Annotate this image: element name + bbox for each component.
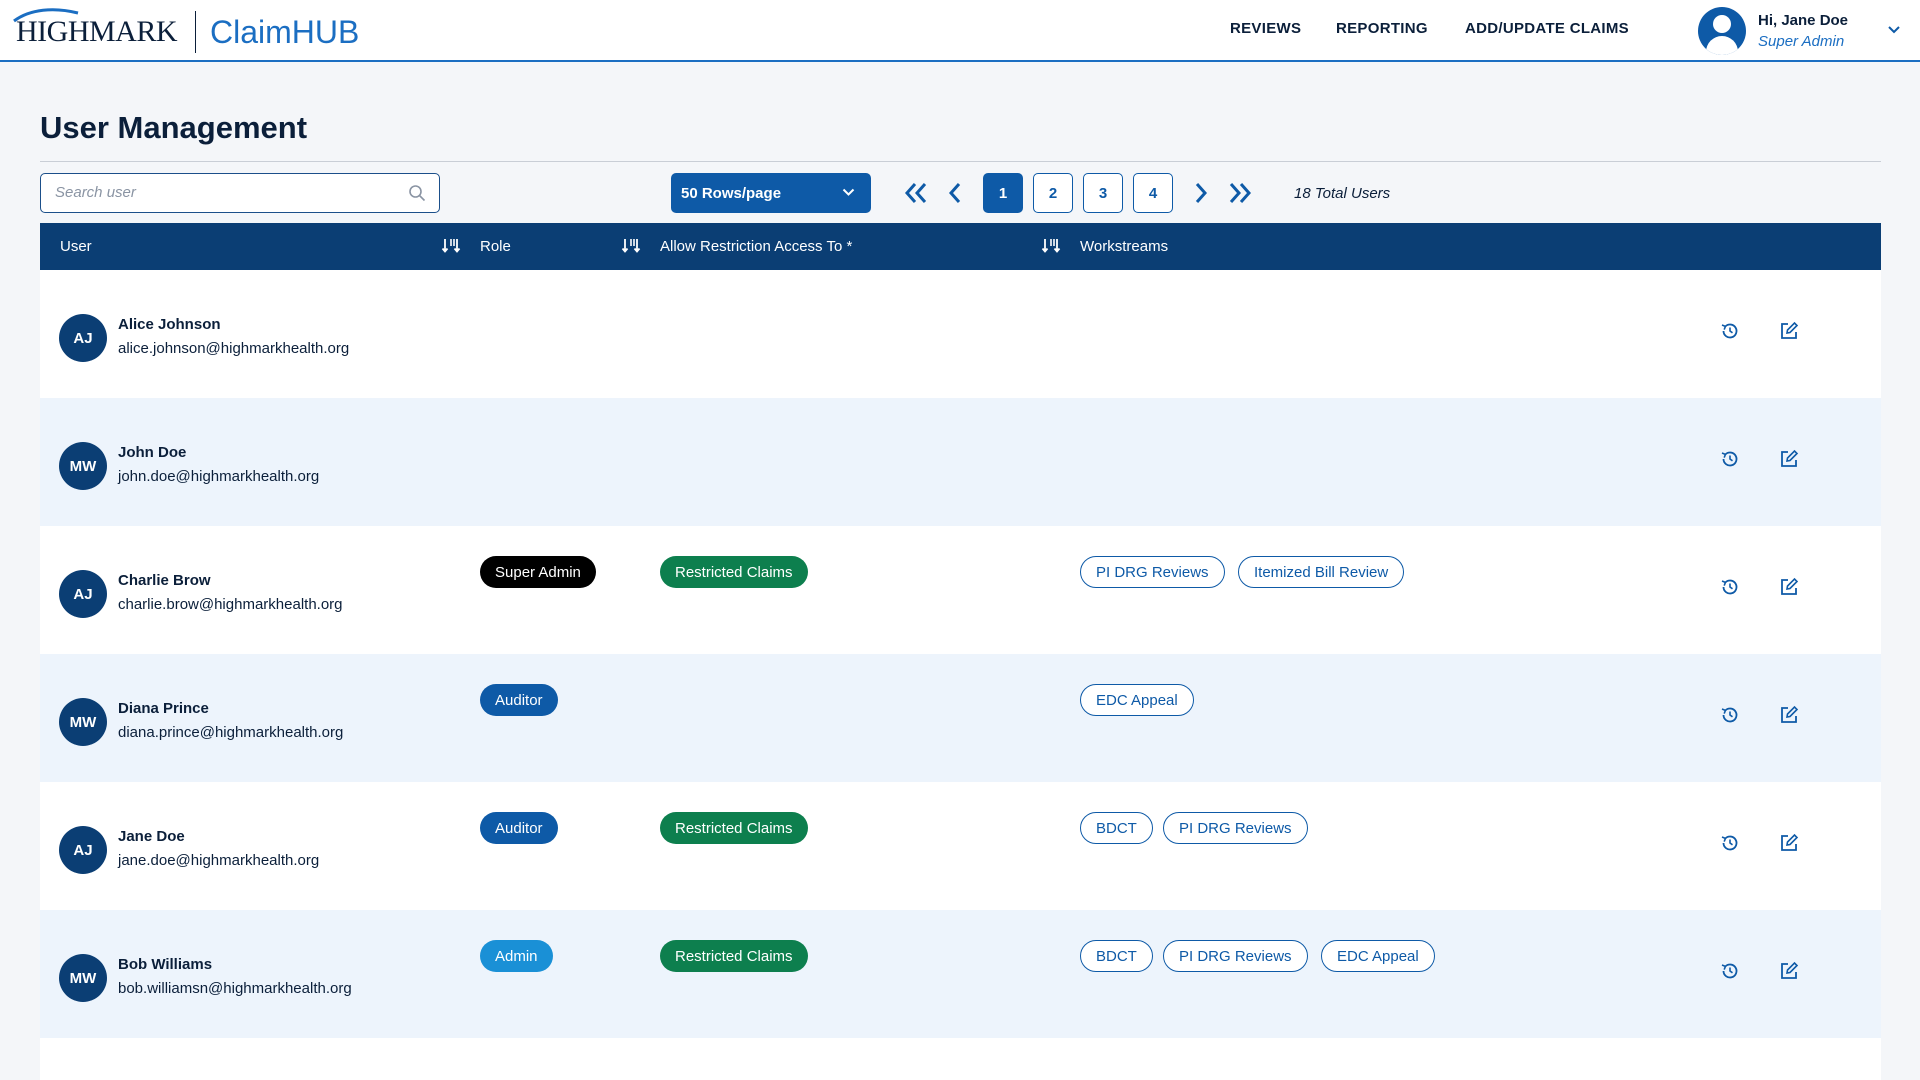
user-avatar-icon [1698, 7, 1746, 55]
user-name: Jane Doe [118, 828, 185, 845]
user-email: john.doe@highmarkhealth.org [118, 468, 320, 485]
workstream-tag: BDCT [1080, 940, 1153, 972]
app-header: HIGHMARK ClaimHUB REVIEWS REPORTING ADD/… [0, 0, 1920, 62]
user-email: jane.doe@highmarkhealth.org [118, 852, 320, 869]
user-menu[interactable]: Hi, Jane Doe Super Admin [1698, 7, 1900, 55]
history-icon[interactable] [1719, 576, 1741, 598]
avatar: MW [59, 442, 107, 490]
history-icon[interactable] [1719, 320, 1741, 342]
edit-icon[interactable] [1778, 320, 1800, 342]
sort-icon[interactable] [621, 236, 641, 256]
role-badge: Auditor [480, 812, 558, 844]
role-badge: Auditor [480, 684, 558, 716]
search-box[interactable] [40, 173, 440, 213]
search-icon[interactable] [408, 184, 426, 202]
chevron-down-icon[interactable] [1887, 25, 1901, 35]
app-name: ClaimHUB [210, 13, 360, 50]
history-icon[interactable] [1719, 704, 1741, 726]
role-badge: Admin [480, 940, 553, 972]
nav-reporting[interactable]: REPORTING [1336, 20, 1428, 37]
sort-icon[interactable] [441, 236, 461, 256]
page-button-3[interactable]: 3 [1083, 173, 1123, 213]
avatar: MW [59, 698, 107, 746]
workstream-tag: PI DRG Reviews [1163, 812, 1308, 844]
double-chevron-left-icon[interactable] [901, 178, 931, 208]
history-icon[interactable] [1719, 448, 1741, 470]
page-title: User Management [40, 110, 308, 145]
avatar: AJ [59, 314, 107, 362]
user-role: Super Admin [1758, 33, 1845, 50]
brand-divider [195, 11, 196, 53]
user-info: Hi, Jane Doe Super Admin [1758, 12, 1848, 50]
table-row: MW Diana Prince diana.prince@highmarkhea… [40, 654, 1881, 782]
column-header-user: User [60, 238, 92, 255]
workstream-tag: PI DRG Reviews [1163, 940, 1308, 972]
user-name: Charlie Brow [118, 572, 211, 589]
user-name: Alice Johnson [118, 316, 221, 333]
user-email: bob.williamsn@highmarkhealth.org [118, 980, 352, 997]
user-email: diana.prince@highmarkhealth.org [118, 724, 344, 741]
edit-icon[interactable] [1778, 448, 1800, 470]
user-email: charlie.brow@highmarkhealth.org [118, 596, 343, 613]
avatar: MW [59, 954, 107, 1002]
page-button-2[interactable]: 2 [1033, 173, 1073, 213]
edit-icon[interactable] [1778, 576, 1800, 598]
user-email: alice.johnson@highmarkhealth.org [118, 340, 350, 357]
title-divider [40, 161, 1881, 162]
logo-swoosh-icon [13, 8, 79, 23]
restriction-badge: Restricted Claims [660, 556, 808, 588]
total-users-count: 18 Total Users [1294, 185, 1391, 202]
table-header: User Role Allow Restriction Access To * … [40, 223, 1881, 270]
user-table-body: AJ Alice Johnson alice.johnson@highmarkh… [40, 270, 1881, 1080]
page-button-1[interactable]: 1 [983, 173, 1023, 213]
column-header-workstreams: Workstreams [1080, 238, 1169, 255]
table-row [40, 1038, 1881, 1080]
double-chevron-right-icon[interactable] [1225, 178, 1255, 208]
page-button-4[interactable]: 4 [1133, 173, 1173, 213]
brand[interactable]: HIGHMARK ClaimHUB [13, 8, 360, 54]
table-row: MW Bob Williams bob.williamsn@highmarkhe… [40, 910, 1881, 1038]
chevron-right-icon[interactable] [1185, 178, 1215, 208]
nav-add-update-claims[interactable]: ADD/UPDATE CLAIMS [1465, 20, 1629, 37]
user-name: Bob Williams [118, 956, 213, 973]
edit-icon[interactable] [1778, 704, 1800, 726]
avatar: AJ [59, 570, 107, 618]
workstream-tag: EDC Appeal [1080, 684, 1194, 716]
workstream-tag: Itemized Bill Review [1238, 556, 1405, 588]
column-header-restriction: Allow Restriction Access To * [660, 238, 853, 255]
chevron-left-icon[interactable] [941, 178, 971, 208]
history-icon[interactable] [1719, 832, 1741, 854]
rows-per-page-value: 50 Rows/page [681, 184, 782, 202]
restriction-badge: Restricted Claims [660, 940, 808, 972]
table-row: AJ Charlie Brow charlie.brow@highmarkhea… [40, 526, 1881, 654]
chevron-down-icon [842, 188, 855, 196]
history-icon[interactable] [1719, 960, 1741, 982]
workstream-tag: BDCT [1080, 812, 1153, 844]
rows-per-page-select[interactable]: 50 Rows/page [671, 173, 871, 213]
user-name: Diana Prince [118, 700, 209, 717]
workstream-tag: EDC Appeal [1321, 940, 1435, 972]
user-greeting: Hi, Jane Doe [1758, 12, 1849, 29]
table-row: MW John Doe john.doe@highmarkhealth.org [40, 398, 1881, 526]
highmark-logo: HIGHMARK [13, 8, 178, 47]
table-row: AJ Alice Johnson alice.johnson@highmarkh… [40, 270, 1881, 398]
nav-reviews[interactable]: REVIEWS [1230, 20, 1301, 37]
user-name: John Doe [118, 444, 187, 461]
avatar: AJ [59, 826, 107, 874]
edit-icon[interactable] [1778, 832, 1800, 854]
role-badge: Super Admin [480, 556, 596, 588]
restriction-badge: Restricted Claims [660, 812, 808, 844]
table-row: AJ Jane Doe jane.doe@highmarkhealth.org … [40, 782, 1881, 910]
column-header-role: Role [480, 238, 511, 255]
search-input[interactable] [55, 174, 395, 211]
workstream-tag: PI DRG Reviews [1080, 556, 1225, 588]
edit-icon[interactable] [1778, 960, 1800, 982]
sort-icon[interactable] [1041, 236, 1061, 256]
